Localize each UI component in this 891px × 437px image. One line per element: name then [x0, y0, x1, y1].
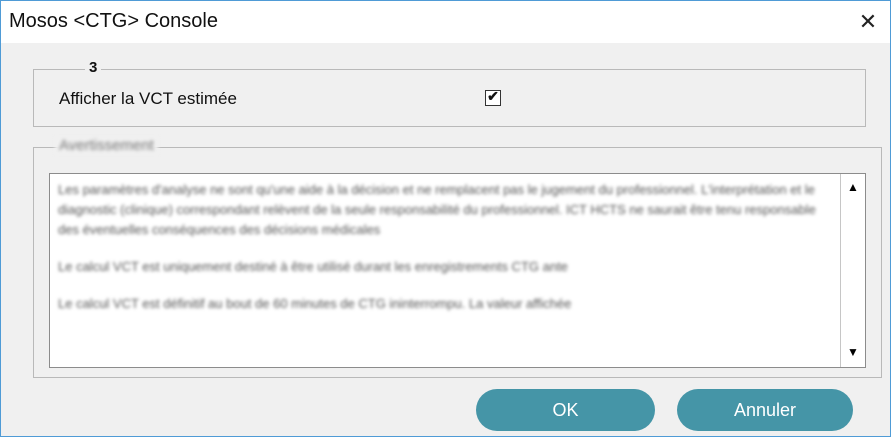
show-vct-label: Afficher la VCT estimée [59, 89, 237, 108]
options-group-legend: 3 [85, 59, 102, 76]
warning-group-legend: Avertissement [55, 137, 158, 154]
window-title: Mosos <CTG> Console [9, 10, 218, 32]
dialog-window: Mosos <CTG> Console ✕ 3 Afficher la VCT … [0, 0, 891, 437]
title-bar: Mosos <CTG> Console ✕ [1, 1, 890, 43]
vertical-scrollbar[interactable]: ▲ ▼ [840, 174, 865, 367]
warning-text: Les paramètres d'analyse ne sont qu'une … [58, 180, 828, 360]
checkmark-icon: ✔ [487, 88, 499, 104]
ok-button[interactable]: OK [476, 389, 655, 431]
warning-paragraph: Les paramètres d'analyse ne sont qu'une … [58, 182, 816, 237]
warning-paragraph: Le calcul VCT est définitif au bout de 6… [58, 296, 572, 311]
warning-paragraph: Le calcul VCT est uniquement destiné à ê… [58, 259, 568, 274]
warning-textbox[interactable]: Les paramètres d'analyse ne sont qu'une … [49, 173, 866, 368]
show-vct-checkbox[interactable]: ✔ [485, 88, 501, 106]
scroll-down-icon[interactable]: ▼ [844, 343, 862, 361]
scroll-up-icon[interactable]: ▲ [844, 178, 862, 196]
cancel-button[interactable]: Annuler [677, 389, 853, 431]
close-icon[interactable]: ✕ [846, 1, 890, 43]
